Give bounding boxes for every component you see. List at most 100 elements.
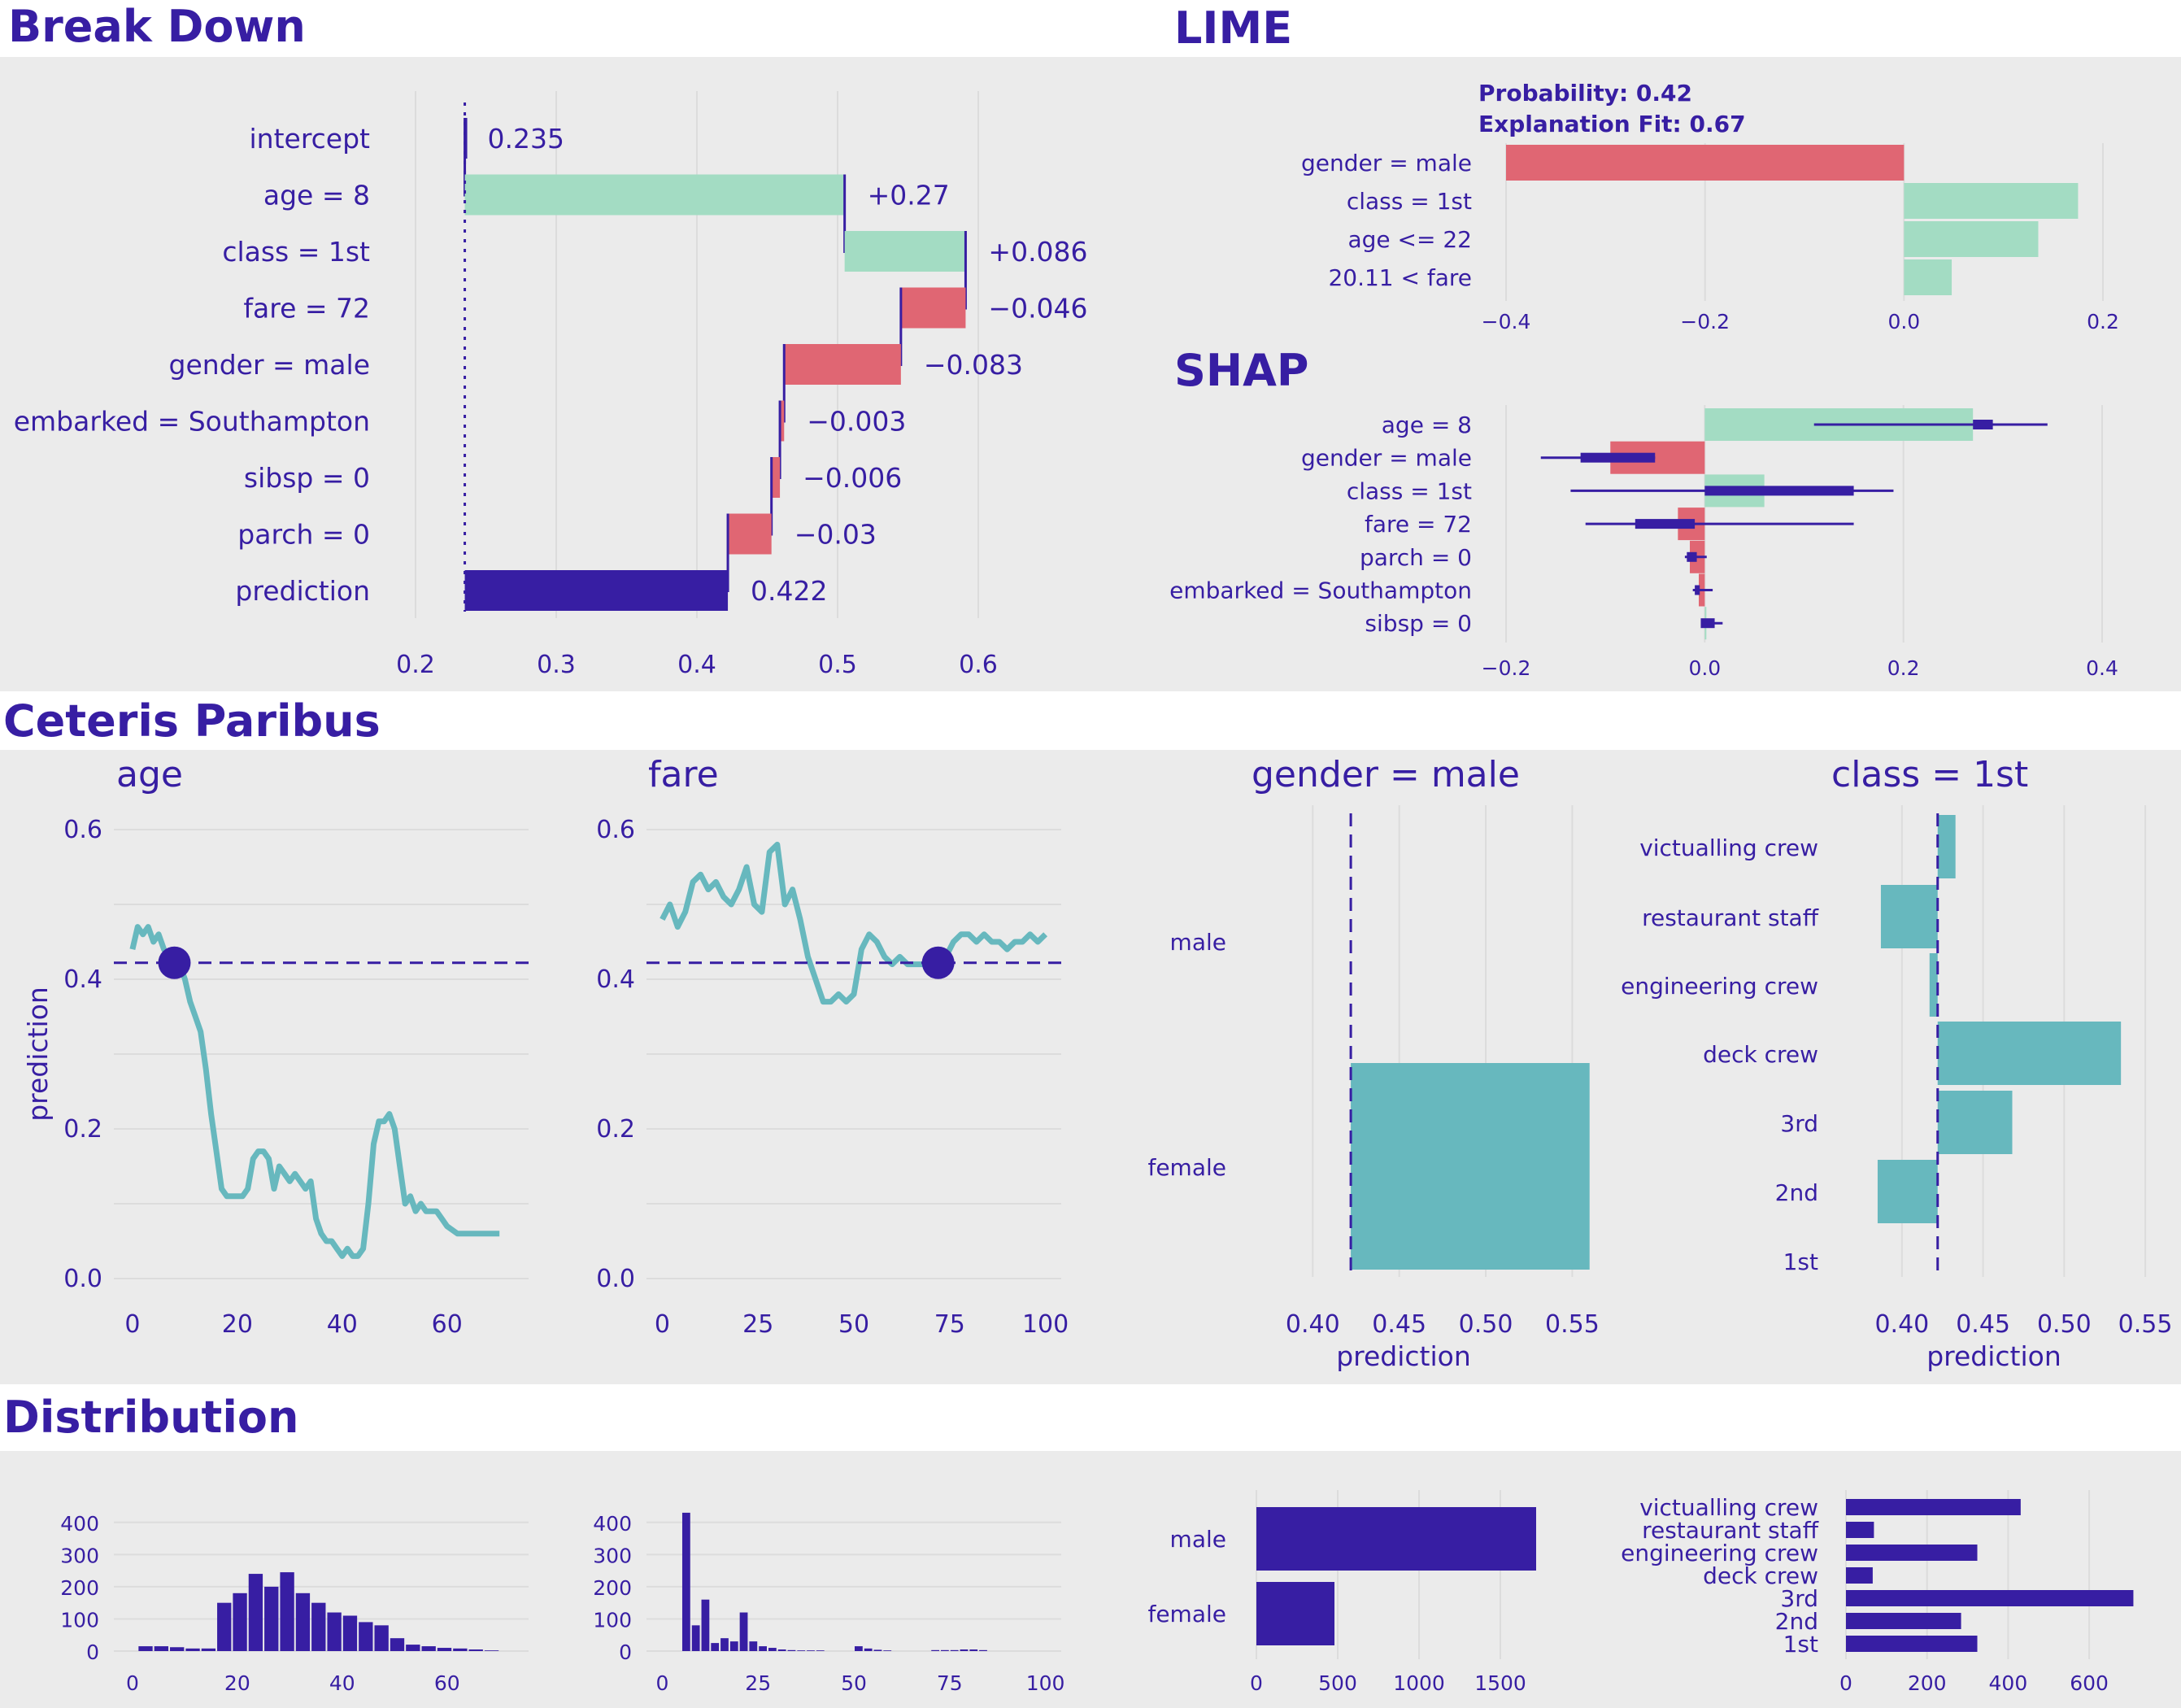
dist_fare-bar — [768, 1648, 777, 1651]
lime-annotation-probability: Probability: 0.42 — [1478, 80, 1692, 107]
shap-box — [1635, 519, 1696, 529]
cp_gender-category: female — [1147, 1154, 1226, 1181]
break-down-value-label: −0.006 — [803, 462, 902, 494]
cp_age-ytick: 0.2 — [63, 1115, 102, 1144]
dist_age-xtick: 60 — [434, 1671, 460, 1695]
dist_gender-xtick: 1500 — [1474, 1671, 1526, 1695]
cp_class-category: restaurant staff — [1642, 904, 1819, 931]
dist_age-bar — [264, 1586, 279, 1651]
dist_fare-bar — [941, 1649, 949, 1651]
dist_fare-bar — [864, 1648, 873, 1651]
dist_fare-ytick: 100 — [593, 1608, 632, 1632]
cp_age-xtick: 20 — [222, 1310, 253, 1339]
cp_class-xtick: 0.45 — [1956, 1310, 2010, 1339]
dist_age-bar — [280, 1572, 294, 1651]
dist_gender-category: male — [1170, 1526, 1226, 1553]
cp_class-bar — [1937, 1022, 2122, 1085]
dist_gender-xtick: 0 — [1250, 1671, 1263, 1695]
break-down-category: gender = male — [169, 349, 370, 381]
break-down-xtick: 0.4 — [677, 651, 716, 679]
dist_age-bar — [453, 1648, 468, 1651]
cp-class-title: class = 1st — [1831, 754, 2028, 795]
break-down-category: parch = 0 — [237, 519, 370, 551]
dist_age-ytick: 0 — [86, 1640, 99, 1664]
cp_age-profile-line — [129, 924, 500, 1259]
break-down-category: sibsp = 0 — [244, 462, 370, 494]
shap-category: sibsp = 0 — [1365, 610, 1472, 637]
break-down-category: class = 1st — [222, 236, 370, 268]
dist_fare-bar — [777, 1649, 786, 1651]
shap-category: class = 1st — [1347, 477, 1472, 504]
shap-box — [1700, 618, 1715, 629]
dist_gender-bar — [1256, 1507, 1536, 1571]
dist_fare-bar — [816, 1650, 825, 1651]
dist_class-xtick: 0 — [1839, 1671, 1852, 1695]
shap-xtick: 0.0 — [1688, 656, 1721, 680]
cp_age-ytick: 0.6 — [63, 816, 102, 844]
break-down-value-label: −0.03 — [794, 519, 877, 551]
cp-age-ylabel: prediction — [22, 987, 54, 1122]
lime-bar — [1904, 221, 2039, 257]
break-down-category: embarked = Southampton — [14, 406, 370, 438]
dist_class-xtick: 600 — [2070, 1671, 2109, 1695]
dist_age-bar — [295, 1593, 311, 1651]
cp_fare-ytick: 0.0 — [596, 1265, 635, 1293]
cp-class-xlabel: prediction — [1926, 1340, 2061, 1372]
shap-box — [1580, 452, 1656, 463]
lime-category: gender = male — [1301, 150, 1472, 176]
cp_fare-xtick: 0 — [655, 1310, 670, 1339]
cp_age-xtick: 0 — [124, 1310, 140, 1339]
shap-box — [1695, 585, 1700, 595]
dist_age-ytick: 200 — [60, 1576, 99, 1600]
shap-box — [1704, 486, 1854, 496]
dist_age-ytick: 300 — [60, 1544, 99, 1567]
dist_class-xtick: 200 — [1908, 1671, 1947, 1695]
cp_class-category: engineering crew — [1621, 973, 1818, 1000]
cp_age-grid — [114, 829, 529, 1279]
dist_age-bar — [374, 1625, 389, 1651]
dist_fare-bar — [711, 1643, 720, 1651]
cp_age-ytick: 0.0 — [63, 1265, 102, 1293]
dist_class-category: 1st — [1783, 1631, 1818, 1658]
shap-xtick: 0.2 — [1887, 656, 1920, 680]
dist_class-bar — [1846, 1613, 1961, 1629]
cp_class-xtick: 0.40 — [1874, 1310, 1929, 1339]
lime-category: 20.11 < fare — [1328, 264, 1472, 291]
lime-xtick: −0.4 — [1482, 310, 1531, 333]
cp_class-category: victualling crew — [1639, 834, 1818, 861]
dist_fare-bar — [681, 1512, 690, 1651]
shap-category: gender = male — [1301, 445, 1472, 472]
dist_class-bar — [1846, 1590, 2134, 1606]
dist_fare-xtick: 100 — [1026, 1671, 1065, 1695]
dist_fare-xtick: 0 — [655, 1671, 668, 1695]
cp_age-observation-point — [158, 946, 191, 979]
break-down-bar — [728, 513, 772, 555]
dist_age-bar — [201, 1648, 216, 1651]
dist_age-xtick: 20 — [224, 1671, 250, 1695]
break-down-value-label: +0.27 — [868, 180, 950, 211]
dist_fare-bar — [960, 1649, 969, 1651]
dist_fare-bar — [979, 1649, 987, 1651]
dist_gender-xtick: 500 — [1318, 1671, 1357, 1695]
cp_fare-xtick: 25 — [742, 1310, 773, 1339]
break-down-value-label: −0.046 — [988, 293, 1087, 325]
dist_fare-xtick: 25 — [745, 1671, 771, 1695]
dist_fare-bar — [720, 1638, 729, 1651]
dist_fare-ytick: 200 — [593, 1576, 632, 1600]
dist_fare-bar — [883, 1650, 892, 1651]
cp_gender-xtick: 0.40 — [1286, 1310, 1340, 1339]
shap-title: SHAP — [1174, 345, 1308, 396]
cp_class-category: 3rd — [1780, 1110, 1818, 1137]
shap-category: embarked = Southampton — [1169, 577, 1472, 604]
dist_age-bar — [217, 1602, 232, 1651]
dist_fare-bar — [931, 1649, 940, 1651]
dist_age-bar — [421, 1646, 436, 1651]
cp_class-bar — [1877, 1160, 1938, 1223]
break-down-category: intercept — [250, 123, 371, 155]
dist_fare-bar — [873, 1649, 882, 1651]
cp_gender-bar — [1351, 1063, 1590, 1270]
shap-box — [1687, 551, 1697, 562]
dist_class-bar — [1846, 1545, 1978, 1561]
cp_class-bar — [1937, 815, 1956, 878]
dist_fare-bar — [759, 1646, 767, 1651]
